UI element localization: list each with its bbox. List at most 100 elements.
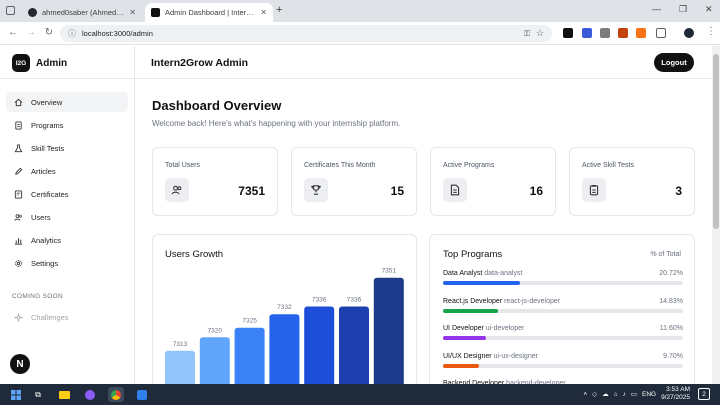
- program-name: Data Analyst data-analyst: [443, 270, 523, 277]
- extension-icon[interactable]: [563, 28, 573, 38]
- sparkle-icon: [14, 312, 23, 322]
- sidebar-item-analytics[interactable]: Analytics: [6, 230, 128, 250]
- extension-icon[interactable]: [582, 28, 592, 38]
- bar-data-label: 7351: [382, 268, 397, 275]
- network-icon[interactable]: ⌂: [614, 391, 618, 398]
- tab-github[interactable]: ahmed0saber (Ahmed Saber) ✕: [22, 3, 142, 22]
- growth-bar[interactable]: [304, 306, 335, 384]
- users-growth-chart: 7313 7320 7325 7332 7336 7336 7351: [165, 268, 404, 384]
- program-percent: 11.60%: [659, 325, 683, 332]
- program-slug: data-analyst: [484, 270, 523, 277]
- sidebar-item-overview[interactable]: Overview: [6, 92, 128, 112]
- program-row[interactable]: React.js Developer react-js-developer 14.…: [443, 298, 683, 320]
- program-row[interactable]: UI Developer ui-developer 11.60%: [443, 325, 683, 347]
- brand-logo: I2G: [12, 54, 30, 72]
- document-icon: [15, 120, 22, 130]
- github-icon: [28, 8, 37, 17]
- vscode-icon[interactable]: [134, 387, 150, 402]
- sidebar-item-skill-tests[interactable]: Skill Tests: [6, 138, 128, 158]
- program-progress-fill: [443, 281, 520, 285]
- browser-toolbar: ← → ↻ ⓘ localhost:3000/admin ⚿ ☆ ⋮: [0, 22, 720, 45]
- extension-icon[interactable]: [618, 28, 628, 38]
- file-explorer-icon[interactable]: [56, 387, 72, 402]
- volume-icon[interactable]: ♪: [623, 391, 626, 398]
- sidebar-item-articles[interactable]: Articles: [6, 161, 128, 181]
- stat-value: 16: [529, 184, 543, 198]
- profile-avatar-icon[interactable]: [684, 28, 694, 38]
- bar-data-label: 7332: [277, 304, 292, 311]
- maximize-icon[interactable]: ❐: [679, 4, 687, 15]
- sidebar-item-users[interactable]: Users: [6, 207, 128, 227]
- browser-menu-icon[interactable]: ⋮: [706, 26, 716, 37]
- divider: [0, 78, 135, 79]
- growth-bar[interactable]: [199, 337, 230, 384]
- users-icon: [14, 213, 22, 221]
- avatar[interactable]: N: [10, 354, 30, 374]
- minimize-icon[interactable]: —: [652, 4, 661, 14]
- program-progress-track: [443, 281, 683, 285]
- program-name: UI Developer ui-developer: [443, 325, 525, 332]
- forward-icon[interactable]: →: [24, 27, 38, 38]
- scrollbar-thumb[interactable]: [713, 54, 719, 229]
- growth-bar[interactable]: [269, 314, 300, 384]
- growth-bar[interactable]: [165, 350, 195, 384]
- stat-value: 3: [675, 184, 682, 198]
- extension-icon[interactable]: [636, 28, 646, 38]
- password-key-icon[interactable]: ⚿: [524, 29, 530, 39]
- header-title: Intern2Grow Admin: [151, 57, 249, 69]
- notification-icon[interactable]: 2: [698, 388, 710, 400]
- clock[interactable]: 3:53 AM 9/27/2025: [661, 386, 690, 402]
- bookmark-star-icon[interactable]: ☆: [536, 28, 544, 39]
- chrome-icon[interactable]: [108, 387, 124, 402]
- clipboard-icon: [582, 178, 606, 202]
- language-indicator[interactable]: ENG: [642, 391, 656, 398]
- reload-icon[interactable]: ↻: [42, 27, 56, 38]
- column-label: % of Total: [650, 251, 681, 258]
- stat-card-certificates: Certificates This Month 15: [291, 147, 417, 216]
- windows-start-icon[interactable]: [8, 387, 24, 402]
- close-icon[interactable]: ✕: [129, 8, 136, 17]
- program-progress-fill: [443, 336, 487, 340]
- tab-admin-dashboard[interactable]: Admin Dashboard | Intern2Grow ✕: [145, 3, 273, 22]
- close-icon[interactable]: ✕: [260, 8, 267, 17]
- pen-icon: [15, 167, 23, 175]
- extensions-puzzle-icon[interactable]: [656, 28, 666, 38]
- program-row[interactable]: Data Analyst data-analyst 20.72%: [443, 270, 683, 292]
- file-icon: [443, 178, 467, 202]
- program-progress-track: [443, 308, 683, 313]
- stat-card-total-users: Total Users 7351: [152, 147, 278, 216]
- tab-switcher-icon[interactable]: [6, 6, 15, 15]
- onedrive-icon[interactable]: ☁: [602, 390, 609, 398]
- program-row[interactable]: UI/UX Designer ui-ux-designer 9.70%: [443, 353, 683, 375]
- growth-bar[interactable]: [339, 306, 369, 384]
- page-title: Dashboard Overview: [152, 98, 282, 113]
- sidebar-item-settings[interactable]: Settings: [6, 253, 128, 273]
- extension-icon[interactable]: [600, 28, 610, 38]
- sidebar-item-label: Users: [31, 212, 51, 222]
- program-progress-track: [443, 363, 683, 368]
- dropbox-icon[interactable]: ◇: [592, 390, 597, 398]
- url-text[interactable]: localhost:3000/admin: [82, 29, 153, 38]
- battery-icon[interactable]: ▭: [631, 390, 637, 398]
- task-view-icon[interactable]: ⧉: [30, 387, 46, 402]
- new-tab-button[interactable]: +: [276, 4, 282, 16]
- sidebar-item-programs[interactable]: Programs: [6, 115, 128, 135]
- page-scrollbar[interactable]: [712, 46, 720, 384]
- address-bar[interactable]: ⓘ localhost:3000/admin ⚿ ☆: [60, 25, 552, 42]
- site-info-icon[interactable]: ⓘ: [68, 28, 76, 39]
- logout-button[interactable]: Logout: [654, 53, 694, 72]
- sidebar: I2G Admin Overview Programs Skill Tests …: [0, 46, 135, 384]
- back-icon[interactable]: ←: [6, 27, 20, 38]
- growth-bar[interactable]: [373, 277, 404, 384]
- card-title: Top Programs: [443, 249, 503, 260]
- github-desktop-icon[interactable]: [82, 387, 98, 402]
- tab-label: Admin Dashboard | Intern2Grow: [165, 8, 255, 17]
- chevron-up-icon[interactable]: ˄: [583, 391, 587, 398]
- program-progress-fill: [443, 308, 498, 313]
- sidebar-item-certificates[interactable]: Certificates: [6, 184, 128, 204]
- growth-bar[interactable]: [234, 327, 265, 384]
- brand[interactable]: I2G Admin: [12, 54, 67, 72]
- sidebar-item-label: Overview: [31, 97, 63, 107]
- close-window-icon[interactable]: ✕: [705, 4, 713, 15]
- stat-value: 15: [390, 184, 404, 198]
